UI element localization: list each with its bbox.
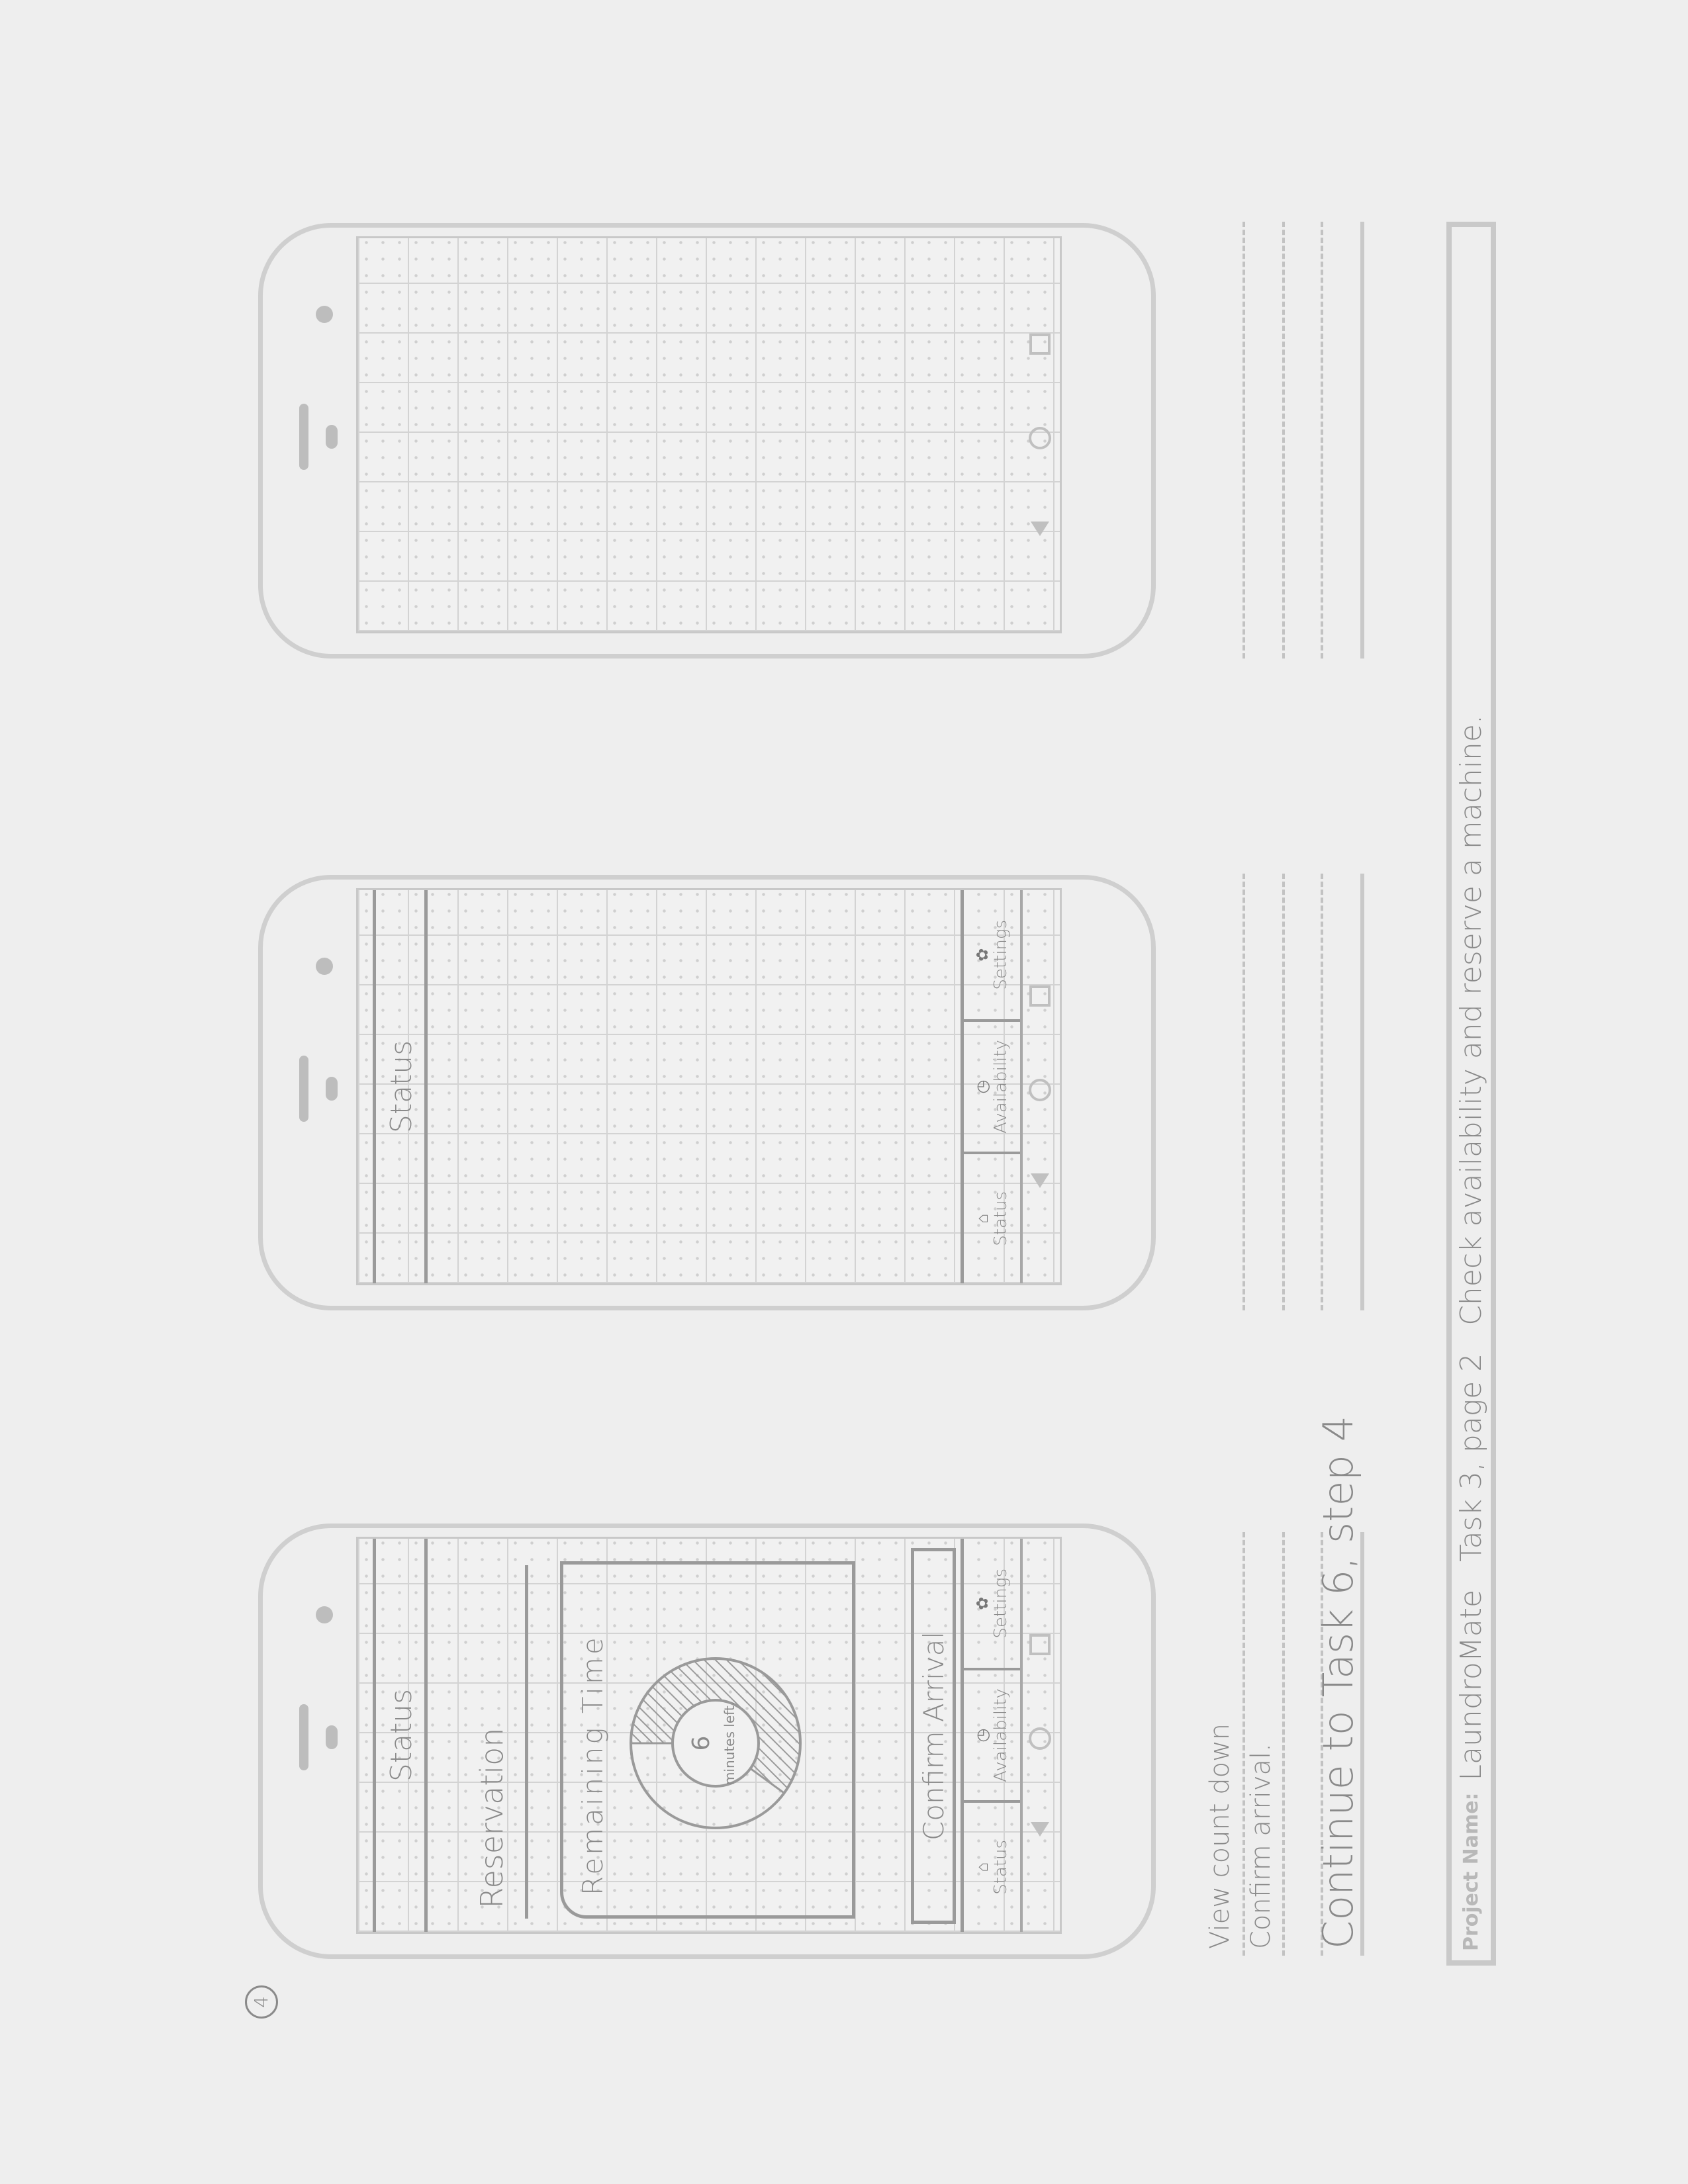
note-confirm-arrival: Confirm arrival. (1246, 1743, 1276, 1949)
donut-inner-ring (671, 1699, 760, 1788)
note-line (1243, 1532, 1245, 1956)
tab-settings[interactable]: ✿ Settings (964, 1539, 1020, 1668)
tab-label: Availability (990, 1040, 1011, 1134)
home-icon: ⌂ (972, 1862, 992, 1872)
system-nav-bar (1020, 238, 1060, 631)
clock-icon: ◷ (972, 1079, 992, 1094)
header-title: Status (385, 1040, 418, 1134)
note-line (1321, 874, 1323, 1310)
countdown-donut: 6 minutes left. (630, 1657, 802, 1829)
phone-frame-2: Status ⌂ Status ◷ Availability ✿ Settings (258, 875, 1156, 1310)
tab-label: Status (990, 1839, 1011, 1895)
phone-screen-1: Status Reservation Remaining Time 6 minu (356, 1537, 1062, 1934)
home-button-icon[interactable] (1029, 427, 1051, 450)
recents-icon[interactable] (1029, 334, 1051, 355)
note-continue: Continue to Task 6, step 4 (1314, 1415, 1362, 1949)
reservation-label: Reservation (474, 1727, 510, 1909)
recents-icon[interactable] (1029, 985, 1051, 1007)
header-divider (373, 1539, 376, 1932)
timer-value: 6 (688, 1736, 715, 1751)
camera-icon (316, 306, 333, 323)
back-icon[interactable] (1031, 1821, 1049, 1837)
tab-label: Settings (990, 919, 1011, 990)
camera-icon (316, 1606, 333, 1623)
sensor-icon (326, 1725, 338, 1749)
tab-label: Status (990, 1191, 1011, 1246)
timer-unit: minutes left. (722, 1702, 737, 1785)
tab-status[interactable]: ⌂ Status (964, 1151, 1020, 1283)
home-button-icon[interactable] (1029, 1727, 1051, 1751)
gear-icon: ✿ (972, 948, 992, 962)
tab-status[interactable]: ⌂ Status (964, 1799, 1020, 1932)
remaining-time-card: Remaining Time 6 minutes left. (560, 1561, 855, 1919)
phone-screen-3 (356, 236, 1062, 633)
speaker-icon (299, 404, 308, 470)
camera-icon (316, 958, 333, 975)
page-number: 4 (245, 1985, 278, 2019)
tab-settings[interactable]: ✿ Settings (964, 890, 1020, 1019)
project-name-label: Project Name: (1460, 1792, 1483, 1951)
sketch-sheet: 4 Status Reservation Remaining Time 6 mi… (0, 0, 1688, 2184)
project-name-box: Project Name: LaundroMate Task 3, page 2… (1446, 222, 1496, 1966)
gear-icon: ✿ (972, 1596, 992, 1610)
project-name-value: LaundroMate Task 3, page 2 Check availab… (1454, 715, 1488, 1781)
bottom-tab-bar: ⌂ Status ◷ Availability ✿ Settings (961, 1539, 1023, 1932)
header-divider (373, 890, 376, 1283)
reservation-divider (525, 1565, 528, 1919)
recents-icon[interactable] (1029, 1634, 1051, 1656)
tab-availability[interactable]: ◷ Availability (964, 1019, 1020, 1152)
speaker-icon (299, 1704, 308, 1770)
confirm-arrival-button[interactable]: Confirm Arrival (911, 1548, 956, 1924)
note-line (1321, 222, 1323, 659)
note-view-countdown: View count down (1205, 1723, 1235, 1949)
system-nav-bar (1020, 1539, 1060, 1932)
header-divider (424, 1539, 428, 1932)
note-line (1360, 222, 1364, 659)
header-title: Status (385, 1688, 418, 1782)
note-line (1243, 874, 1245, 1310)
phone-frame-3 (258, 223, 1156, 659)
system-nav-bar (1020, 890, 1060, 1283)
note-line (1282, 222, 1285, 659)
bottom-tab-bar: ⌂ Status ◷ Availability ✿ Settings (961, 890, 1023, 1283)
header-divider (424, 890, 428, 1283)
home-icon: ⌂ (972, 1214, 992, 1224)
card-title: Remaining Time (577, 1635, 609, 1895)
note-line (1243, 222, 1245, 659)
tab-label: Availability (990, 1688, 1011, 1782)
speaker-icon (299, 1056, 308, 1122)
phone-frame-1: Status Reservation Remaining Time 6 minu (258, 1524, 1156, 1959)
home-button-icon[interactable] (1029, 1079, 1051, 1102)
tab-label: Settings (990, 1568, 1011, 1639)
clock-icon: ◷ (972, 1728, 992, 1743)
back-icon[interactable] (1031, 1173, 1049, 1188)
sensor-icon (326, 425, 338, 449)
note-line (1360, 874, 1364, 1310)
back-icon[interactable] (1031, 521, 1049, 536)
phone-screen-2: Status ⌂ Status ◷ Availability ✿ Settings (356, 888, 1062, 1285)
note-line (1282, 1532, 1285, 1956)
note-line (1282, 874, 1285, 1310)
tab-availability[interactable]: ◷ Availability (964, 1668, 1020, 1800)
sensor-icon (326, 1077, 338, 1101)
